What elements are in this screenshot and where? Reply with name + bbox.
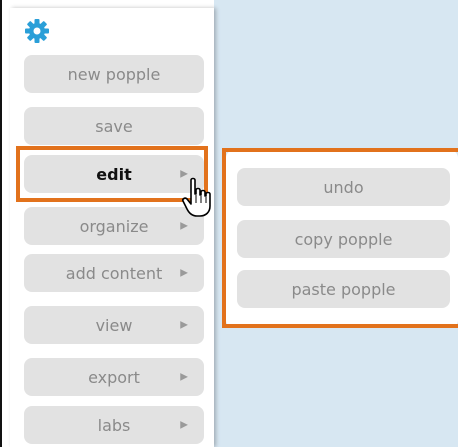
- menu-item-label: view: [95, 315, 133, 335]
- submenu-arrow-icon: ▶: [180, 419, 188, 431]
- window-edge: [0, 0, 2, 447]
- gear-icon[interactable]: [23, 17, 51, 45]
- menu-item-export[interactable]: export ▶: [24, 358, 204, 396]
- menu-item-label: add content: [65, 263, 163, 283]
- menu-item-organize[interactable]: organize ▶: [24, 207, 204, 245]
- submenu-arrow-icon: ▶: [180, 319, 188, 331]
- menu-item-label: labs: [97, 415, 131, 435]
- menu-item-add-content[interactable]: add content ▶: [24, 254, 204, 292]
- menu-item-new-popple[interactable]: new popple: [24, 55, 204, 93]
- submenu-highlight-box: [222, 148, 458, 328]
- submenu-arrow-icon: ▶: [180, 371, 188, 383]
- submenu-arrow-icon: ▶: [180, 220, 188, 232]
- menu-item-label: new popple: [67, 64, 161, 84]
- menu-item-label: organize: [79, 216, 149, 236]
- menu-item-labs[interactable]: labs ▶: [24, 406, 204, 444]
- submenu-arrow-icon: ▶: [180, 267, 188, 279]
- hand-pointer-icon: [182, 177, 211, 217]
- menu-item-save[interactable]: save: [24, 107, 204, 145]
- edit-highlight-box: [16, 146, 208, 202]
- menu-item-label: export: [88, 367, 140, 387]
- menu-item-view[interactable]: view ▶: [24, 306, 204, 344]
- menu-item-label: save: [95, 116, 133, 136]
